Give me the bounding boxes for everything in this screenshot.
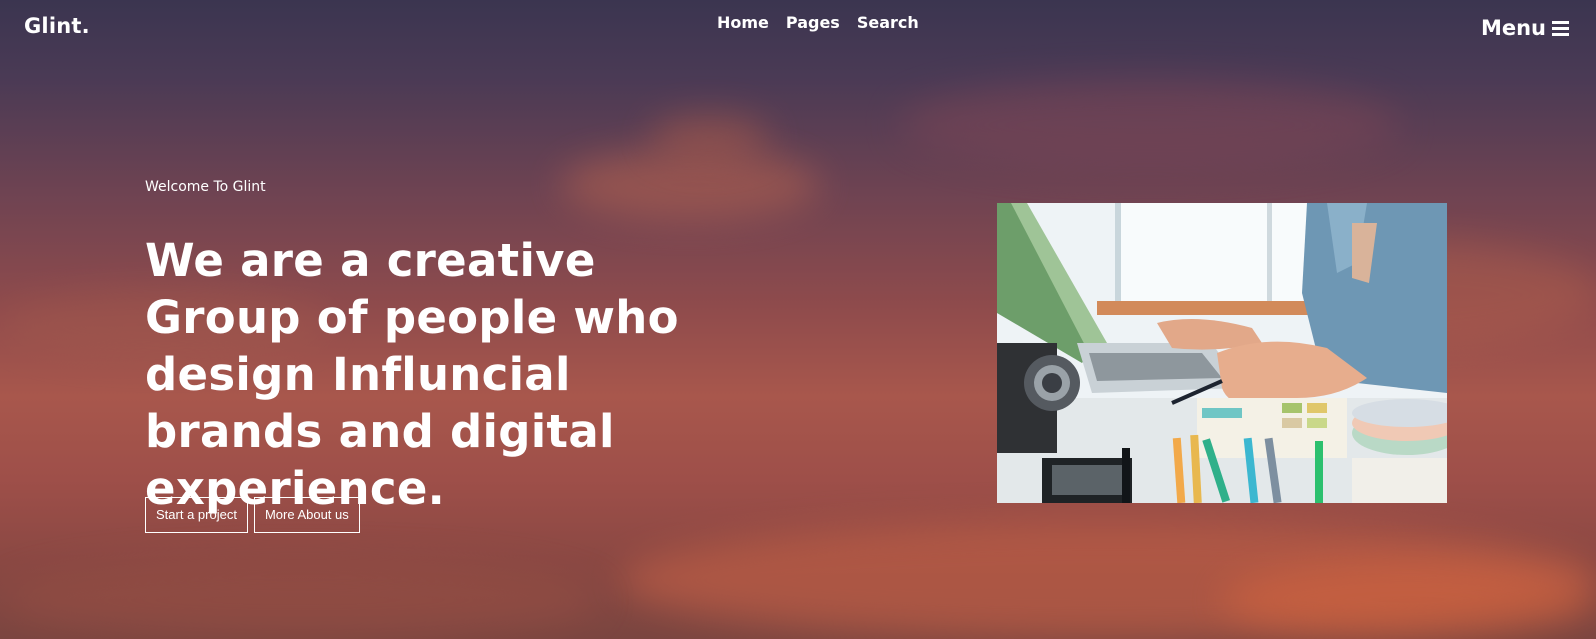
more-about-button[interactable]: More About us	[253, 497, 360, 533]
background-cloud	[650, 115, 770, 160]
nav-item-search[interactable]: Search	[857, 13, 919, 32]
background-cloud	[560, 150, 820, 220]
hero-headline: We are a creative Group of people who de…	[145, 234, 679, 515]
start-project-button[interactable]: Start a project	[145, 497, 248, 533]
background-cloud	[1220, 560, 1596, 639]
nav-item-pages[interactable]: Pages	[786, 13, 840, 32]
background-cloud	[0, 560, 600, 639]
background-cloud	[620, 520, 1596, 639]
site-logo[interactable]: Glint.	[24, 14, 90, 38]
workspace-photo-illustration	[997, 203, 1447, 503]
hero-buttons: Start a project More About us	[145, 497, 360, 533]
main-nav: Home Pages Search	[717, 13, 919, 32]
menu-button[interactable]: Menu	[1481, 16, 1569, 40]
nav-item-home[interactable]: Home	[717, 13, 769, 32]
hero-welcome-text: Welcome To Glint	[145, 179, 266, 195]
menu-label: Menu	[1480, 16, 1546, 40]
hero-image	[997, 203, 1447, 503]
hamburger-icon	[1552, 21, 1569, 36]
background-cloud	[900, 80, 1400, 170]
